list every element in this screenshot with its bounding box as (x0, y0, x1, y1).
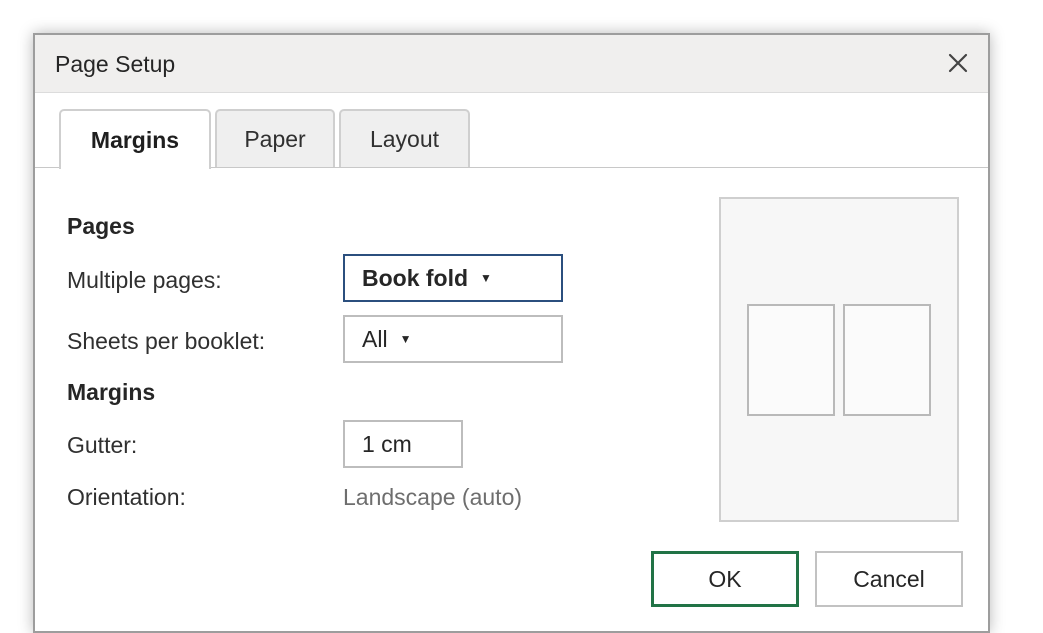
tab-paper[interactable]: Paper (215, 109, 335, 167)
sheets-per-booklet-label: Sheets per booklet: (67, 328, 266, 354)
cancel-button[interactable]: Cancel (815, 551, 963, 607)
cancel-button-label: Cancel (853, 565, 925, 592)
page-setup-dialog: Page Setup Margins Paper Layout Pages Mu… (33, 33, 990, 633)
preview-left-page (747, 304, 835, 416)
dialog-titlebar: Page Setup (35, 35, 988, 93)
margins-section-heading: Margins (67, 379, 156, 405)
close-icon (948, 53, 968, 73)
preview-right-page (843, 304, 931, 416)
gutter-input[interactable]: 1 cm (343, 420, 463, 468)
tab-layout[interactable]: Layout (339, 109, 470, 167)
tab-strip: Margins Paper Layout (35, 93, 988, 169)
tab-layout-label: Layout (369, 125, 440, 152)
tab-margins[interactable]: Margins (59, 109, 211, 169)
gutter-value: 1 cm (362, 430, 412, 457)
orientation-label: Orientation: (67, 484, 186, 510)
sheets-per-booklet-dropdown[interactable]: All ▼ (343, 315, 563, 363)
multiple-pages-label: Multiple pages: (67, 267, 222, 293)
page-preview (719, 197, 959, 522)
close-button[interactable] (944, 49, 972, 77)
tab-paper-label: Paper (244, 125, 306, 152)
ok-button[interactable]: OK (651, 551, 799, 607)
tab-margins-label: Margins (90, 126, 180, 153)
ok-button-label: OK (708, 565, 742, 592)
gutter-label: Gutter: (67, 432, 138, 458)
pages-section-heading: Pages (67, 213, 135, 239)
dropdown-arrow-icon: ▼ (480, 271, 492, 285)
multiple-pages-value: Book fold (362, 264, 469, 291)
orientation-value: Landscape (auto) (343, 484, 523, 510)
multiple-pages-dropdown[interactable]: Book fold ▼ (343, 254, 563, 302)
dropdown-arrow-icon: ▼ (399, 332, 412, 346)
dialog-title: Page Setup (55, 51, 176, 77)
sheets-per-booklet-value: All (362, 325, 388, 352)
